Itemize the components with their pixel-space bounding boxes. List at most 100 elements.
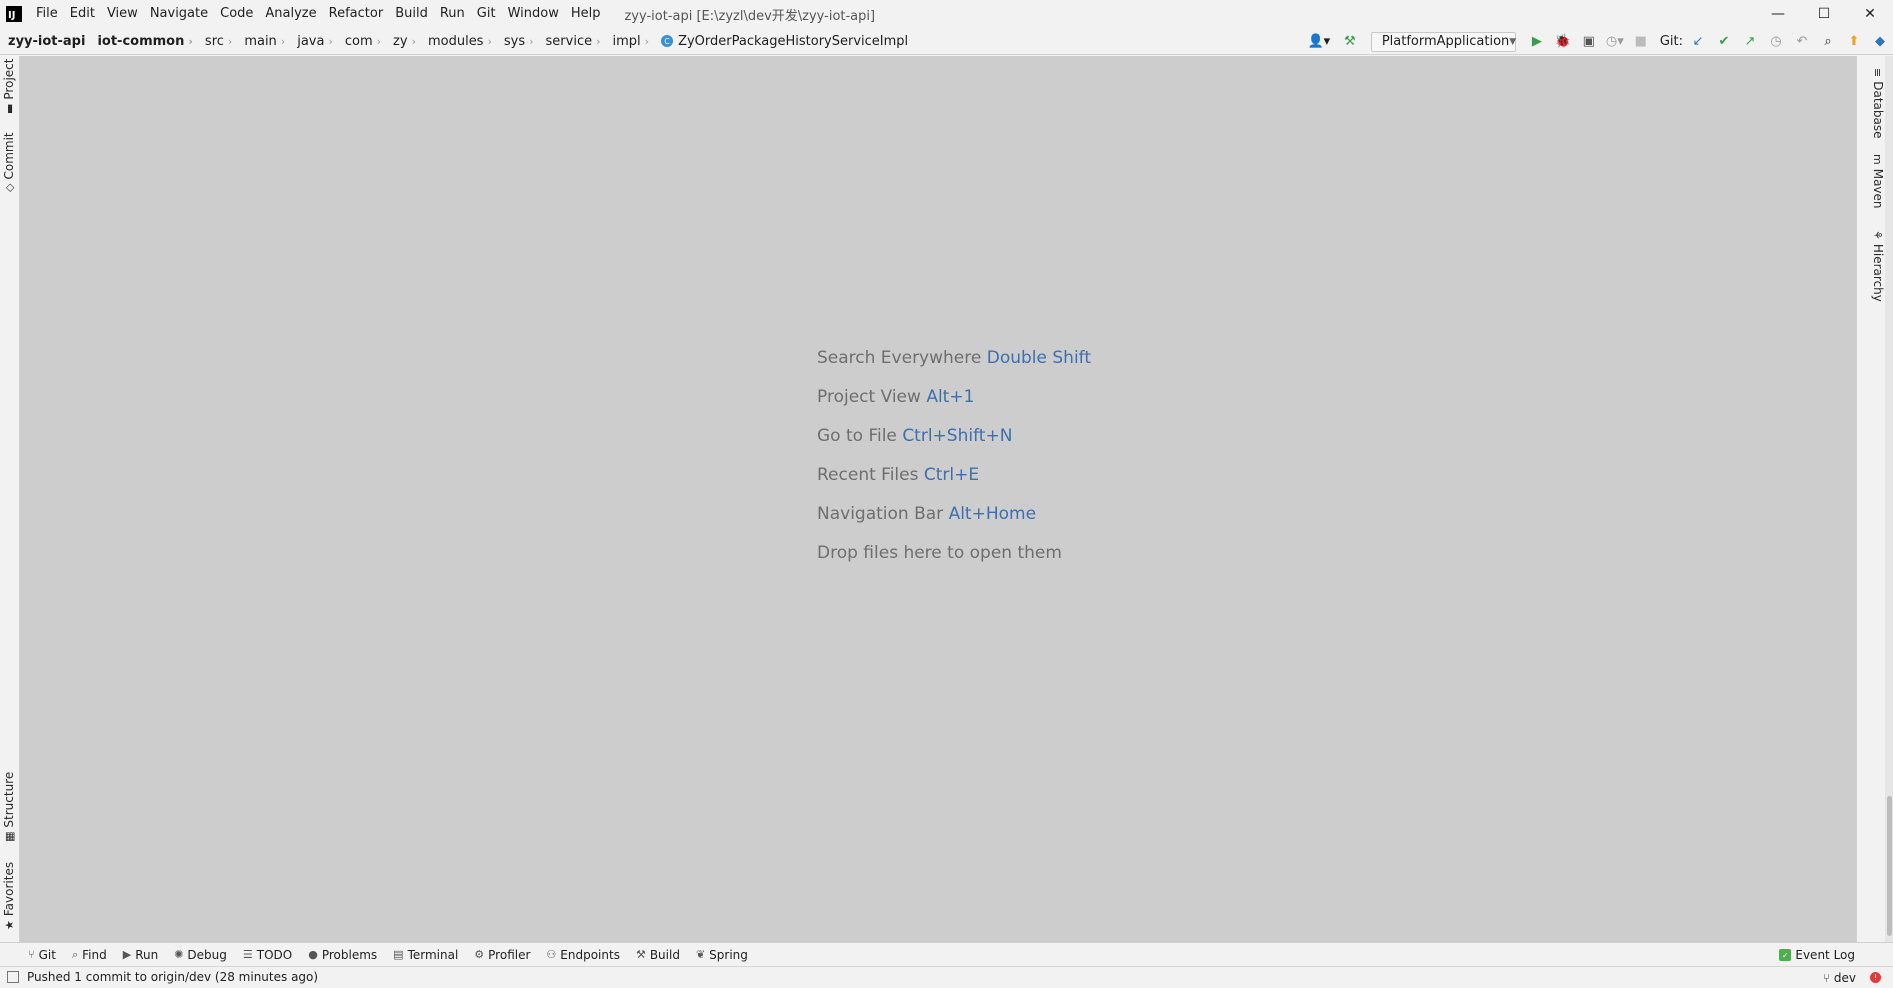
tab-database[interactable]: ≡ Database	[1871, 64, 1885, 138]
chevron-right-icon: ›	[529, 34, 534, 48]
right-tool-strip: ≡ Database m Maven ⚘ Hierarchy	[1856, 56, 1893, 942]
breadcrumb-main[interactable]: main ›	[236, 34, 289, 49]
hierarchy-icon: ⚘	[1871, 230, 1885, 240]
history-icon[interactable]: ◷	[1765, 31, 1787, 53]
menu-window[interactable]: Window	[502, 0, 565, 28]
breadcrumb-java[interactable]: java ›	[289, 34, 337, 49]
git-update-icon[interactable]: ↙	[1687, 31, 1709, 53]
chevron-right-icon: ›	[487, 34, 492, 48]
chevron-right-icon: ›	[376, 34, 382, 48]
breadcrumb-module[interactable]: iot-common ›	[89, 34, 196, 49]
toolwindow-debug[interactable]: ✺ Debug	[166, 943, 235, 967]
menu-run[interactable]: Run	[434, 0, 471, 28]
maximize-button[interactable]: ☐	[1801, 0, 1847, 28]
hint-project-view: Project View Alt+1	[817, 387, 975, 407]
stop-icon[interactable]: ■	[1630, 31, 1652, 53]
breadcrumb-project[interactable]: zyy-iot-api	[0, 34, 89, 49]
toolwindow-todo[interactable]: ☰ TODO	[235, 943, 300, 967]
chevron-right-icon: ›	[188, 34, 193, 48]
update-available-icon[interactable]: ⬆	[1843, 31, 1865, 53]
menu-build[interactable]: Build	[389, 0, 434, 28]
menu-refactor[interactable]: Refactor	[323, 0, 390, 28]
toggle-tool-windows-icon[interactable]	[7, 971, 19, 983]
menu-view[interactable]: View	[101, 0, 144, 28]
tab-maven[interactable]: m Maven	[1871, 150, 1885, 209]
run-icon: ▶	[122, 948, 132, 961]
breadcrumb-impl[interactable]: impl ›	[605, 34, 654, 49]
menu-analyze[interactable]: Analyze	[259, 0, 322, 28]
toolwindow-endpoints[interactable]: ⚇ Endpoints	[538, 943, 628, 967]
scrollbar-thumb[interactable]	[1887, 796, 1892, 936]
menu-file[interactable]: File	[30, 0, 64, 28]
tab-hierarchy[interactable]: ⚘ Hierarchy	[1871, 226, 1885, 302]
navigation-bar: zyy-iot-api iot-common › src › main › java ›…	[0, 28, 1893, 55]
editor-area[interactable]: Search Everywhere Double Shift Project V…	[20, 56, 1856, 942]
menu-code[interactable]: Code	[214, 0, 259, 28]
breadcrumb-zy[interactable]: zy ›	[385, 34, 420, 49]
intellij-logo-icon: IJ	[6, 6, 22, 22]
run-configuration-select[interactable]: PlatformApplication ▼	[1370, 31, 1516, 52]
editor-scrollbar[interactable]	[1885, 56, 1893, 942]
spring-leaf-icon: ❦	[695, 948, 706, 961]
git-branch-widget[interactable]: ⑂ dev	[1823, 971, 1856, 985]
git-branch-icon: ⑂	[1822, 970, 1830, 985]
chevron-right-icon: ›	[227, 34, 233, 48]
hint-search-everywhere: Search Everywhere Double Shift	[817, 348, 1092, 368]
tab-structure[interactable]: ▦ Structure	[2, 772, 16, 846]
menu-navigate[interactable]: Navigate	[144, 0, 214, 28]
git-push-icon[interactable]: ↗	[1739, 31, 1761, 53]
plugin-icon[interactable]: ◆	[1869, 31, 1891, 53]
user-icon[interactable]: 👤▾	[1303, 31, 1335, 53]
toolwindow-build[interactable]: ⚒ Build	[628, 943, 688, 967]
git-commit-icon[interactable]: ✔	[1713, 31, 1735, 53]
toolwindow-problems[interactable]: ● Problems	[300, 943, 385, 967]
hint-drop-files: Drop files here to open them	[817, 543, 1062, 563]
hammer-build-icon[interactable]: ⚒	[1339, 31, 1361, 53]
tab-commit[interactable]: ◇ Commit	[2, 132, 16, 196]
profile-icon[interactable]: ◷▾	[1604, 31, 1626, 53]
toolwindow-terminal[interactable]: ▤ Terminal	[385, 943, 466, 967]
debug-icon: ✺	[174, 948, 184, 961]
empty-editor-hints: Search Everywhere Double Shift Project V…	[817, 343, 1091, 577]
breadcrumb-com[interactable]: com ›	[337, 34, 385, 49]
breadcrumb-src[interactable]: src ›	[197, 34, 236, 49]
close-button[interactable]: ✕	[1847, 0, 1893, 28]
folder-icon: ▬	[2, 103, 16, 114]
database-icon: ≡	[1871, 68, 1885, 78]
breadcrumb-modules[interactable]: modules ›	[420, 34, 496, 49]
menu-help[interactable]: Help	[565, 0, 607, 28]
search-icon[interactable]: ⌕	[1817, 31, 1839, 53]
run-icon[interactable]: ▶	[1526, 31, 1548, 53]
breadcrumb-sys[interactable]: sys ›	[496, 34, 538, 49]
toolwindow-spring[interactable]: ❦ Spring	[688, 943, 756, 967]
toolwindow-event-log[interactable]: ✓ Event Log	[1779, 943, 1855, 967]
window-title: zyy-iot-api [E:\zyzl\dev开发\zyy-iot-api]	[624, 8, 876, 24]
toolwindow-run[interactable]: ▶ Run	[115, 943, 166, 967]
terminal-icon: ▤	[393, 948, 404, 961]
chevron-right-icon: ›	[596, 34, 601, 48]
hammer-icon: ⚒	[635, 948, 646, 961]
class-icon: C	[661, 35, 674, 47]
debug-icon[interactable]: 🐞	[1552, 31, 1574, 53]
toolwindow-profiler[interactable]: ⚙ Profiler	[466, 943, 538, 967]
hint-recent-files: Recent Files Ctrl+E	[817, 465, 980, 485]
error-indicator-icon[interactable]: !	[1870, 972, 1881, 983]
coverage-icon[interactable]: ▣	[1578, 31, 1600, 53]
search-icon: ⌕	[71, 947, 79, 961]
chevron-right-icon: ›	[411, 34, 416, 48]
rollback-icon[interactable]: ↶	[1791, 31, 1813, 53]
toolwindow-git[interactable]: ⑂ Git	[20, 943, 64, 967]
menu-edit[interactable]: Edit	[64, 0, 101, 28]
toolwindow-find[interactable]: ⌕ Find	[64, 943, 115, 967]
endpoints-icon: ⚇	[546, 948, 557, 961]
breadcrumb-class[interactable]: C ZyOrderPackageHistoryServiceImpl	[653, 34, 912, 49]
main-toolbar: 👤▾ ⚒ PlatformApplication ▼ ▶ 🐞 ▣ ◷▾ ■ Git…	[1301, 28, 1893, 55]
minimize-button[interactable]: —	[1755, 0, 1801, 28]
tab-project[interactable]: ▬ Project	[2, 59, 16, 118]
structure-icon: ▦	[2, 831, 16, 842]
tab-favorites[interactable]: ★ Favorites	[2, 862, 16, 934]
breadcrumb-service[interactable]: service ›	[538, 34, 605, 49]
menu-git[interactable]: Git	[471, 0, 502, 28]
hint-navigation-bar: Navigation Bar Alt+Home	[817, 504, 1037, 524]
left-tool-strip: ▬ Project ◇ Commit ▦ Structure ★ Favorites	[0, 56, 20, 942]
